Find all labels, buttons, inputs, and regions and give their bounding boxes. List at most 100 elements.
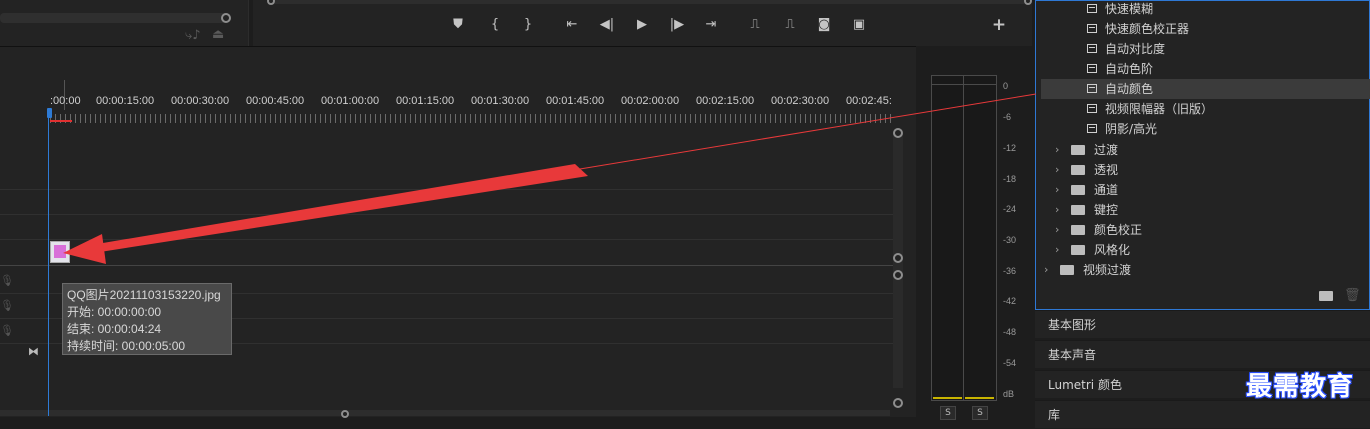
effect-item[interactable]: 快速模糊 xyxy=(1041,0,1370,19)
effect-folder[interactable]: › 键控 xyxy=(1041,200,1370,220)
db-label: -36 xyxy=(1003,266,1017,276)
tooltip-duration: 持续时间: 00:00:05:00 xyxy=(67,339,186,353)
effect-label: 自动颜色 xyxy=(1105,82,1154,96)
program-scrollbar[interactable] xyxy=(270,0,1030,4)
folder-icon xyxy=(1071,225,1085,235)
timecode-label: 00:01:00:00 xyxy=(321,95,380,107)
timeline-ruler[interactable] xyxy=(50,114,893,123)
db-label: -42 xyxy=(1003,296,1017,306)
effect-icon xyxy=(1087,24,1097,33)
vscroll-handle-bottom[interactable] xyxy=(893,398,903,408)
add-marker-icon[interactable]: ⛊ xyxy=(447,14,469,36)
effect-item[interactable]: 阴影/高光 xyxy=(1041,119,1370,139)
solo-left-button[interactable]: S xyxy=(940,406,956,420)
effect-label: 自动色阶 xyxy=(1105,62,1154,76)
effect-label: 阴影/高光 xyxy=(1105,122,1158,136)
chevron-right-icon[interactable]: › xyxy=(1055,240,1059,260)
master-track-icon[interactable]: ⧓ xyxy=(28,345,39,358)
mark-in-icon[interactable]: { xyxy=(484,14,506,36)
db-label: -12 xyxy=(1003,143,1017,153)
timeline-horizontal-scrollbar[interactable] xyxy=(0,410,890,416)
button-editor-plus-icon[interactable]: + xyxy=(988,14,1010,36)
vscroll-handle-top[interactable] xyxy=(893,128,903,138)
effect-item[interactable]: 自动色阶 xyxy=(1041,59,1370,79)
source-scrollbar[interactable] xyxy=(0,13,228,23)
watermark-logo: 最需教育 xyxy=(1246,372,1355,402)
chevron-right-icon[interactable]: › xyxy=(1055,140,1059,160)
vscroll-handle-mid[interactable] xyxy=(893,253,903,263)
track-divider xyxy=(0,189,893,190)
mark-out-icon[interactable]: } xyxy=(517,14,539,36)
effect-folder[interactable]: › 风格化 xyxy=(1041,240,1370,260)
effect-item[interactable]: 快速颜色校正器 xyxy=(1041,19,1370,39)
effect-label: 快速颜色校正器 xyxy=(1105,22,1190,36)
meter-peak-row xyxy=(931,84,997,85)
play-icon[interactable]: ▶ xyxy=(631,14,653,36)
video-audio-divider xyxy=(0,265,893,266)
hscroll-handle[interactable] xyxy=(341,410,349,418)
folder-label: 通道 xyxy=(1094,183,1119,197)
meter-level-left xyxy=(933,397,962,399)
trash-icon[interactable]: 🗑 xyxy=(1344,288,1361,303)
folder-icon xyxy=(1060,265,1074,275)
timecode-label: 00:00:15:00 xyxy=(96,95,155,107)
db-unit-label: dB xyxy=(1003,389,1015,399)
chevron-right-icon[interactable]: › xyxy=(1044,260,1048,280)
effect-label: 快速模糊 xyxy=(1105,2,1154,16)
effect-label: 视频限幅器（旧版） xyxy=(1105,102,1214,116)
folder-icon xyxy=(1071,145,1085,155)
folder-icon xyxy=(1071,245,1085,255)
panel-essential-graphics[interactable]: 基本图形 xyxy=(1035,310,1370,338)
chevron-right-icon[interactable]: › xyxy=(1055,180,1059,200)
panel-libraries[interactable]: 库 xyxy=(1035,400,1370,428)
effect-icon xyxy=(1087,44,1097,53)
chevron-right-icon[interactable]: › xyxy=(1055,160,1059,180)
mic-icon[interactable]: 🎙 xyxy=(0,324,14,337)
solo-right-button[interactable]: S xyxy=(972,406,988,420)
export-frame-camera-icon[interactable]: ◙ xyxy=(813,14,835,36)
step-forward-icon[interactable]: |▶ xyxy=(666,14,688,36)
export-frame-icon[interactable]: ⏏ xyxy=(212,27,224,42)
vscroll-handle-audio-top[interactable] xyxy=(893,270,903,280)
playhead-line[interactable] xyxy=(48,112,49,416)
mic-icon[interactable]: 🎙 xyxy=(0,299,14,312)
track-divider xyxy=(0,214,893,215)
lift-icon[interactable]: ⎍ xyxy=(744,14,766,36)
step-back-icon[interactable]: ◀| xyxy=(596,14,618,36)
go-to-in-icon[interactable]: ⇤ xyxy=(561,14,583,36)
extract-icon[interactable]: ⎍ xyxy=(779,14,801,36)
folder-label: 视频过渡 xyxy=(1083,263,1132,277)
source-scroll-handle[interactable] xyxy=(221,13,231,23)
mic-icon[interactable]: 🎙 xyxy=(0,274,14,287)
chevron-right-icon[interactable]: › xyxy=(1055,220,1059,240)
effect-item[interactable]: 自动对比度 xyxy=(1041,39,1370,59)
timecode-label: 00:00:45:00 xyxy=(246,95,305,107)
comparison-view-icon[interactable]: ▣ xyxy=(848,14,870,36)
panel-essential-sound[interactable]: 基本声音 xyxy=(1035,340,1370,368)
effect-folder[interactable]: › 通道 xyxy=(1041,180,1370,200)
effect-folder[interactable]: › 透视 xyxy=(1041,160,1370,180)
effect-item[interactable]: 视频限幅器（旧版） xyxy=(1041,99,1370,119)
go-to-out-icon[interactable]: ⇥ xyxy=(700,14,722,36)
effect-folder[interactable]: › 过渡 xyxy=(1041,140,1370,160)
effect-item-selected[interactable]: 自动颜色 xyxy=(1041,79,1370,99)
db-label: -6 xyxy=(1003,112,1012,122)
new-bin-icon[interactable] xyxy=(1319,291,1333,301)
effect-icon xyxy=(1087,104,1097,113)
db-label: -24 xyxy=(1003,204,1017,214)
folder-label: 透视 xyxy=(1094,163,1119,177)
db-label: 0 xyxy=(1003,81,1009,91)
chevron-right-icon[interactable]: › xyxy=(1055,200,1059,220)
playhead-handle[interactable] xyxy=(47,108,52,118)
insert-icon[interactable]: ⤷♪ xyxy=(185,28,201,43)
clip-tooltip: QQ图片20211103153220.jpg 开始: 00:00:00:00 结… xyxy=(62,283,232,355)
work-area-bar[interactable] xyxy=(50,120,72,122)
folder-icon xyxy=(1071,165,1085,175)
timecode-label: 00:01:30:00 xyxy=(471,95,530,107)
effect-folder[interactable]: › 颜色校正 xyxy=(1041,220,1370,240)
db-label: -54 xyxy=(1003,358,1017,368)
timecode-label: 00:02:00:00 xyxy=(621,95,680,107)
track-divider xyxy=(0,239,893,240)
effect-root-folder[interactable]: › 视频过渡 xyxy=(1041,260,1370,280)
meter-level-right xyxy=(965,397,994,399)
